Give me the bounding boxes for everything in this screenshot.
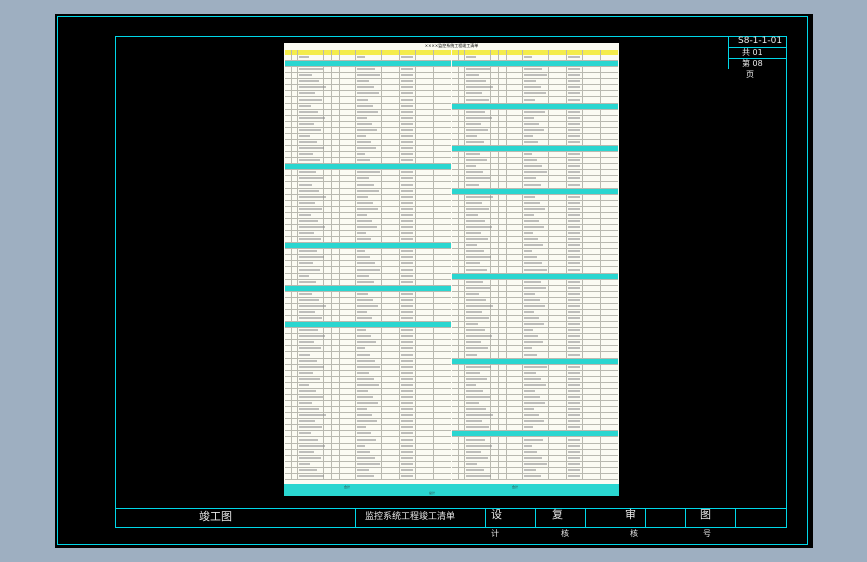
title-bar: 竣工图 监控系统工程竣工清单 设 计 复 核 审 核 图 号 bbox=[115, 508, 787, 538]
footer-sum-label: 总计 bbox=[429, 491, 436, 495]
drawing-code: S8-1-1-01 bbox=[738, 36, 783, 46]
left-table bbox=[285, 50, 451, 480]
left-table-row bbox=[285, 474, 451, 480]
right-table bbox=[452, 50, 618, 480]
cad-drawing-canvas: S8-1-1-01 共 01 第 08 页 竣工图 监控系统工程竣工清单 设 计… bbox=[55, 14, 813, 548]
design-sub-label: 计 bbox=[491, 529, 499, 538]
inventory-sheet: ××××监控系统工程竣工清单 合计 合计 总计 bbox=[284, 43, 619, 496]
sheet-total: 共 01 bbox=[742, 48, 763, 57]
right-table-row bbox=[452, 474, 618, 480]
audit-sub-label: 核 bbox=[630, 529, 638, 538]
sheet-footer-sum: 总计 bbox=[284, 490, 619, 496]
review-label: 复 bbox=[552, 508, 563, 521]
corner-code-block: S8-1-1-01 共 01 第 08 页 bbox=[728, 36, 787, 79]
design-label: 设 bbox=[491, 508, 502, 521]
page-label: 页 bbox=[746, 70, 754, 79]
sheet-number: 第 08 bbox=[742, 59, 763, 68]
audit-label: 审 bbox=[625, 508, 636, 521]
project-label: 监控系统工程竣工清单 bbox=[365, 512, 456, 522]
review-sub-label: 核 bbox=[561, 529, 569, 538]
sheet-title: ××××监控系统工程竣工清单 bbox=[424, 43, 479, 48]
drawing-no-label: 图 bbox=[700, 508, 711, 521]
drawing-no-sub-label: 号 bbox=[703, 529, 711, 538]
drawing-name: 竣工图 bbox=[199, 510, 232, 523]
